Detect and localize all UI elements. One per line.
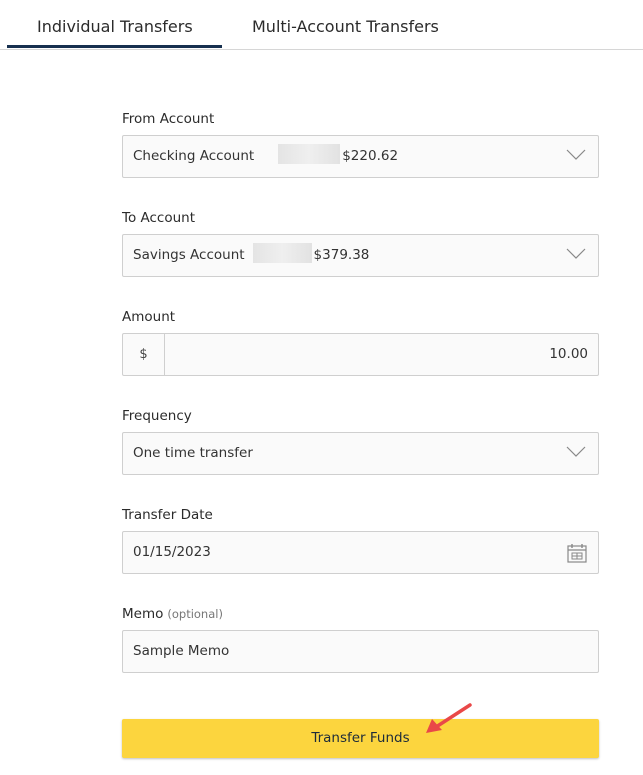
memo-label-text: Memo (122, 606, 164, 622)
transfer-date-input[interactable]: 01/15/2023 (122, 531, 599, 574)
optional-hint: (optional) (167, 607, 223, 621)
active-tab-indicator (7, 45, 222, 48)
transfer-date-value: 01/15/2023 (133, 544, 211, 560)
memo-label: Memo (optional) (122, 606, 223, 622)
chevron-down-icon (566, 149, 586, 160)
from-account-balance: $220.62 (342, 148, 399, 164)
from-account-select[interactable]: Checking Account $220.62 (122, 135, 599, 178)
to-account-select[interactable]: Savings Account $379.38 (122, 234, 599, 277)
from-account-name: Checking Account (133, 148, 255, 164)
amount-label: Amount (122, 309, 176, 325)
tab-individual-transfers[interactable]: Individual Transfers (37, 17, 193, 36)
transfer-tabs: Individual Transfers Multi-Account Trans… (0, 0, 643, 50)
frequency-select[interactable]: One time transfer (122, 432, 599, 475)
amount-value: 10.00 (549, 346, 588, 362)
from-account-label: From Account (122, 111, 215, 127)
memo-value: Sample Memo (133, 643, 230, 659)
tab-multi-account-transfers[interactable]: Multi-Account Transfers (252, 17, 439, 36)
memo-input[interactable]: Sample Memo (122, 630, 599, 673)
frequency-value: One time transfer (133, 445, 253, 461)
to-account-label: To Account (122, 210, 196, 226)
redacted-account-number (252, 243, 312, 263)
transfer-funds-button[interactable]: Transfer Funds (122, 719, 599, 758)
frequency-label: Frequency (122, 408, 192, 424)
currency-prefix: $ (123, 334, 165, 375)
calendar-icon[interactable] (566, 542, 588, 564)
to-account-name: Savings Account (133, 247, 245, 263)
chevron-down-icon (566, 446, 586, 457)
redacted-account-number (278, 144, 341, 164)
transfer-date-label: Transfer Date (122, 507, 213, 523)
to-account-balance: $379.38 (313, 247, 370, 263)
amount-input[interactable]: $ 10.00 (122, 333, 599, 376)
chevron-down-icon (566, 248, 586, 259)
